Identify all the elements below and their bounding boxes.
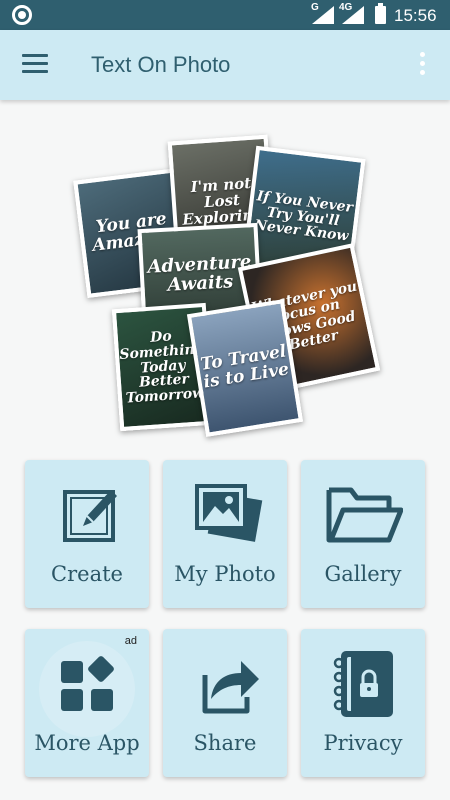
share-button[interactable]: Share [163,629,287,777]
more-app-label: More App [34,731,140,755]
folder-open-icon [326,487,403,543]
quote-card: To Travel is to Live [186,299,304,437]
privacy-button[interactable]: Privacy [301,629,425,777]
edit-frame-icon [63,490,117,542]
my-photo-label: My Photo [174,562,276,586]
quote-collage-image: You are Amazing I'm not Lost Exploring I… [73,130,381,440]
hamburger-menu-icon[interactable] [22,54,48,76]
gallery-label: Gallery [324,562,402,586]
photo-stack-icon [195,484,263,542]
quote-card-text: To Travel is to Live [199,341,291,393]
gallery-button[interactable]: Gallery [301,460,425,608]
ad-badge: ad [124,635,137,647]
network-4g-label: 4G [339,2,353,13]
lock-notebook-icon [333,651,393,717]
quote-card-text: If You Never Try You'll Never Know [253,188,354,245]
notification-dot-icon [12,5,32,25]
create-label: Create [51,562,123,586]
app-bar: Text On Photo [0,30,450,100]
status-bar: G 4G 15:56 [0,0,450,30]
more-vert-icon[interactable] [414,52,430,78]
privacy-label: Privacy [323,731,403,755]
battery-icon [375,3,386,24]
my-photo-button[interactable]: My Photo [163,460,287,608]
create-button[interactable]: Create [25,460,149,608]
network-type-label: G [311,2,319,13]
share-label: Share [193,731,257,755]
apps-grid-icon [61,656,114,711]
share-icon [202,661,259,714]
clock: 15:56 [394,6,437,25]
page-title: Text On Photo [91,52,231,77]
more-app-button[interactable]: ad More App [25,629,149,777]
